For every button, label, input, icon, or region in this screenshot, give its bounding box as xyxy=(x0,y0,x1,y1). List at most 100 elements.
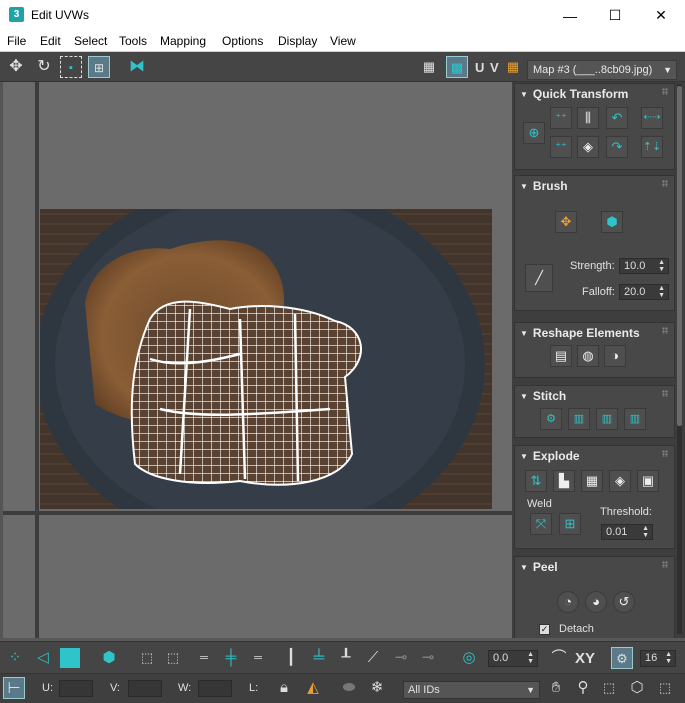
freeze-eye-icon[interactable]: ⬬ xyxy=(338,677,360,699)
space-vertical-icon[interactable]: ⫼ xyxy=(577,107,599,129)
reset-peel-icon[interactable]: ↺ xyxy=(613,591,635,613)
curve-icon[interactable]: ⌒ xyxy=(548,647,570,669)
show-map-icon[interactable]: ▩ xyxy=(446,56,468,78)
straighten-icon[interactable]: ▤ xyxy=(550,345,572,367)
threshold-spinner[interactable]: 0.01 ▲ ▼ xyxy=(601,524,653,540)
freeform-icon[interactable]: ⊞ xyxy=(88,56,110,78)
scale-icon[interactable]: ▪ xyxy=(60,56,82,78)
ring-icon[interactable]: ═ xyxy=(247,647,269,669)
peel-header[interactable]: ▼ Peel xyxy=(520,560,558,574)
explode-header[interactable]: ▼ Explode xyxy=(520,449,580,463)
pan-hand-icon[interactable]: ✋︎ xyxy=(545,677,567,699)
drag-grip-icon[interactable] xyxy=(662,561,668,568)
drag-grip-icon[interactable] xyxy=(662,327,668,334)
loop-grow-icon[interactable]: ╪ xyxy=(220,647,242,669)
align-edges-h-icon[interactable]: ⇠⇢ xyxy=(641,107,663,129)
u-coordinate-field[interactable] xyxy=(59,680,93,697)
map-settings-icon[interactable]: ▦ xyxy=(502,56,524,78)
weld-selected-icon[interactable]: ⤧ xyxy=(530,513,552,535)
rotate-cw-icon[interactable]: ↷ xyxy=(606,136,628,158)
peel-mode-icon[interactable]: ◕ xyxy=(585,591,607,613)
menu-mapping[interactable]: Mapping xyxy=(160,34,206,48)
quick-peel-icon[interactable]: ◔ xyxy=(557,591,579,613)
snowflake-icon[interactable]: ❄ xyxy=(366,677,388,699)
count-spinner[interactable]: 16 ▲ ▼ xyxy=(640,650,676,667)
element-mode-icon[interactable]: ⬢ xyxy=(98,647,120,669)
detach-checkbox[interactable]: ✓ xyxy=(539,624,550,635)
space-horizontal-icon[interactable]: ◈ xyxy=(577,136,599,158)
ring-shrink-icon[interactable]: ╧ xyxy=(308,647,330,669)
checker-pattern-icon[interactable]: ▦ xyxy=(418,56,440,78)
w-coordinate-field[interactable] xyxy=(198,680,232,697)
vertex-mode-icon[interactable]: ⁘ xyxy=(4,647,26,669)
drag-grip-icon[interactable] xyxy=(662,390,668,397)
paint-move-icon[interactable]: ✥ xyxy=(555,211,577,233)
align-horizontal-icon[interactable]: ⁺⁺ xyxy=(550,107,572,129)
hide-show-icon[interactable]: ◭ xyxy=(302,677,324,699)
stitch-average-icon[interactable]: ▥ xyxy=(624,408,646,430)
zoom-icon[interactable]: ⚲ xyxy=(572,677,594,699)
paint-select-shrink-icon[interactable]: ⊸ xyxy=(417,647,439,669)
drag-grip-icon[interactable] xyxy=(662,88,668,95)
reshape-cube-icon[interactable]: ◑ xyxy=(604,345,626,367)
point-to-point-icon[interactable]: ┸ xyxy=(335,647,357,669)
explode-frame-icon[interactable]: ▣ xyxy=(637,470,659,492)
stitch-header[interactable]: ▼ Stitch xyxy=(520,389,566,403)
align-center-icon[interactable]: ⊕ xyxy=(523,122,545,144)
polygon-mode-icon[interactable] xyxy=(60,648,80,668)
transform-mode-icon[interactable]: ⊢ xyxy=(3,677,25,699)
edge-mode-icon[interactable]: ◁ xyxy=(32,647,54,669)
texel-lock-icon[interactable]: ⚙ xyxy=(611,647,633,669)
align-edges-v-icon[interactable]: ⇡⇣ xyxy=(641,136,663,158)
falloff-spinner[interactable]: 20.0 ▲ ▼ xyxy=(619,284,669,300)
strength-spinner[interactable]: 10.0 ▲ ▼ xyxy=(619,258,669,274)
mirror-icon[interactable]: ⧓ xyxy=(126,56,148,78)
xy-toggle[interactable]: XY xyxy=(575,650,595,667)
stitch-to-target-icon[interactable]: ▥ xyxy=(568,408,590,430)
drag-grip-icon[interactable] xyxy=(662,180,668,187)
relax-icon[interactable]: ◍ xyxy=(577,345,599,367)
paint-select-grow-icon[interactable]: ⊸ xyxy=(390,647,412,669)
shrink-selection-icon[interactable]: ⬚ xyxy=(162,647,184,669)
detach-edge-icon[interactable]: ▙ xyxy=(553,470,575,492)
menu-tools[interactable]: Tools xyxy=(119,34,147,48)
drag-grip-icon[interactable] xyxy=(662,450,668,457)
zoom-extents-selected-icon[interactable]: ⬚ xyxy=(654,677,676,699)
flatten-icon[interactable]: ▦ xyxy=(581,470,603,492)
soft-selection-icon[interactable]: ◎ xyxy=(458,647,480,669)
align-vertical-icon[interactable]: ⁺⁺ xyxy=(550,136,572,158)
quick-transform-header[interactable]: ▼ Quick Transform xyxy=(520,87,628,101)
ids-select[interactable]: All IDs ▼ xyxy=(403,681,540,699)
ring-grow-icon[interactable]: ┃ xyxy=(280,647,302,669)
menu-select[interactable]: Select xyxy=(74,34,107,48)
explode-to-islands-icon[interactable]: ◈ xyxy=(609,470,631,492)
break-icon[interactable]: ⇅ xyxy=(525,470,547,492)
stitch-custom-icon[interactable]: ⚙ xyxy=(540,408,562,430)
menu-edit[interactable]: Edit xyxy=(40,34,61,48)
zoom-extents-icon[interactable]: ⬡ xyxy=(626,677,648,699)
grow-selection-icon[interactable]: ⬚ xyxy=(136,647,158,669)
lock-icon[interactable]: 🔒︎ xyxy=(273,677,295,699)
weld-target-icon[interactable]: ⊞ xyxy=(559,513,581,535)
loop-icon[interactable]: ═ xyxy=(193,647,215,669)
minimize-button[interactable]: — xyxy=(547,0,593,31)
brush-header[interactable]: ▼ Brush xyxy=(520,179,568,193)
menu-options[interactable]: Options xyxy=(222,34,263,48)
brush-falloff-curve-icon[interactable]: ╱ xyxy=(525,264,553,292)
angle-spinner[interactable]: 0.0 ▲ ▼ xyxy=(488,650,538,667)
uv-axis-label[interactable]: U V xyxy=(475,60,500,75)
zoom-region-icon[interactable]: ⬚ xyxy=(598,677,620,699)
relax-brush-icon[interactable]: ⬢ xyxy=(601,211,623,233)
move-icon[interactable]: ✥ xyxy=(5,56,27,78)
panel-scrollbar-thumb[interactable] xyxy=(677,86,682,426)
menu-file[interactable]: File xyxy=(7,34,26,48)
v-coordinate-field[interactable] xyxy=(128,680,162,697)
map-select[interactable]: Map #3 (___..8cb09.jpg) ▼ xyxy=(527,60,677,80)
uv-editor-viewport[interactable] xyxy=(0,82,512,638)
rotate-ccw-icon[interactable]: ↶ xyxy=(606,107,628,129)
reshape-header[interactable]: ▼ Reshape Elements xyxy=(520,326,640,340)
rotate-icon[interactable]: ↻ xyxy=(33,56,55,78)
menu-display[interactable]: Display xyxy=(278,34,317,48)
close-button[interactable]: ✕ xyxy=(638,0,684,31)
paint-select-icon[interactable]: ⟋ xyxy=(362,647,384,669)
